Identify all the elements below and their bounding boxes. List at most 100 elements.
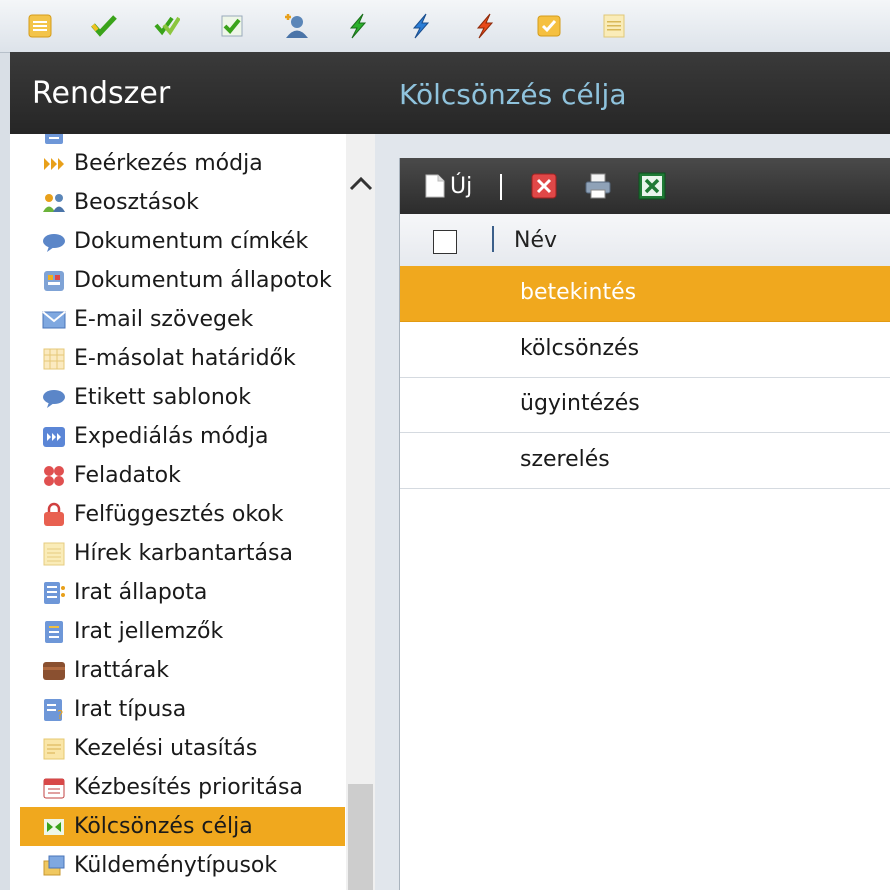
delete-button[interactable] (530, 171, 558, 201)
user-add-icon[interactable] (281, 12, 309, 40)
note-icon (40, 735, 68, 763)
sidebar-item[interactable]: Hírek karbantartása (20, 534, 345, 573)
sidebar-item-partial[interactable] (20, 134, 345, 152)
check-double-icon[interactable] (153, 12, 181, 40)
sidebar-item-label: Beérkezés módja (74, 151, 263, 176)
four-dots-icon (40, 462, 68, 490)
table-row[interactable]: betekintés (400, 266, 890, 322)
sidebar-item[interactable]: Dokumentum állapotok (20, 261, 345, 300)
sidebar-title: Rendszer (32, 76, 171, 111)
sidebar-item-label: Etikett sablonok (74, 385, 251, 410)
table-row[interactable]: ügyintézés (400, 377, 890, 433)
sidebar-item[interactable]: E-mail szövegek (20, 300, 345, 339)
notepad-icon (40, 540, 68, 568)
calendar-grid-icon (40, 345, 68, 373)
sidebar-item[interactable]: Beosztások (20, 183, 345, 222)
main-content: Új Név betekintés kölcsönzés ügyintézés sze… (375, 134, 890, 890)
sidebar-item[interactable]: Feladatok (20, 456, 345, 495)
exchange-icon (40, 813, 68, 841)
print-button[interactable] (584, 171, 612, 201)
sidebar-item[interactable]: Irattárak (20, 651, 345, 690)
calendar-red-icon (40, 774, 68, 802)
new-document-icon (425, 174, 445, 198)
speech-bubble-icon (40, 384, 68, 412)
sidebar-item[interactable]: Küldeménytípusok (20, 846, 345, 885)
top-toolbar (0, 0, 890, 53)
sidebar-item[interactable]: Kölcsönzés célja (20, 807, 345, 846)
page-title: Kölcsönzés célja (399, 78, 627, 111)
scroll-up-icon[interactable] (346, 169, 375, 199)
sidebar-item[interactable]: E-másolat határidők (20, 339, 345, 378)
row-name-cell: kölcsönzés (520, 335, 640, 361)
data-grid: Új Név betekintés kölcsönzés ügyintézés sze… (399, 158, 890, 890)
row-name-cell: betekintés (520, 280, 637, 305)
sidebar-item-label: Expediálás módja (74, 424, 269, 449)
grid-toolbar: Új (400, 158, 890, 214)
sidebar-item-label: Irat állapota (74, 580, 208, 605)
sidebar-item[interactable]: Kezelési utasítás (20, 729, 345, 768)
checkbox-icon[interactable] (218, 12, 246, 40)
users-icon (40, 189, 68, 217)
scroll-thumb[interactable] (348, 784, 373, 890)
sidebar: Rendszer Beérkezés módja Beosztások Dokume… (10, 52, 375, 890)
delete-icon (531, 173, 557, 199)
check-green-icon[interactable] (90, 12, 118, 40)
arrows-right-icon (40, 150, 68, 178)
sidebar-item-label: Feladatok (74, 463, 181, 488)
sidebar-item-label: Felfüggesztés okok (74, 502, 284, 527)
sidebar-item-label: E-másolat határidők (74, 346, 296, 371)
sidebar-item[interactable]: Expediálás módja (20, 417, 345, 456)
notepad-icon[interactable] (600, 12, 628, 40)
sidebar-item-label: E-mail szövegek (74, 307, 254, 332)
sidebar-item-label: Beosztások (74, 190, 199, 215)
row-name-cell: ügyintézés (520, 391, 640, 416)
list-icon[interactable] (26, 12, 54, 40)
sidebar-item[interactable]: ? Irat típusa (20, 690, 345, 729)
lightning-blue-icon[interactable] (407, 12, 435, 40)
column-header-name[interactable]: Név (514, 228, 557, 253)
sidebar-item[interactable]: Irat állapota (20, 573, 345, 612)
sidebar-item-label: Hírek karbantartása (74, 541, 293, 566)
lightning-green-icon[interactable] (344, 12, 372, 40)
toolbar-separator (500, 174, 502, 200)
sidebar-item[interactable]: Kézbesítés prioritása (20, 768, 345, 807)
table-row[interactable]: kölcsönzés (400, 322, 890, 378)
document-status-icon (40, 267, 68, 295)
archive-icon (40, 657, 68, 685)
envelope-icon (40, 306, 68, 334)
document-icon (40, 134, 68, 147)
envelope-check-icon[interactable] (535, 12, 563, 40)
print-icon (585, 173, 611, 199)
sidebar-item-label: Küldeménytípusok (74, 853, 278, 878)
sidebar-list[interactable]: Beérkezés módja Beosztások Dokumentum címk… (20, 134, 345, 890)
lightning-red-icon[interactable] (471, 12, 499, 40)
sidebar-item-label: Irat típusa (74, 697, 187, 722)
arrows-blue-icon (40, 423, 68, 451)
sidebar-item-label: Dokumentum állapotok (74, 268, 332, 293)
sidebar-item-label: Kézbesítés prioritása (74, 775, 303, 800)
new-button[interactable]: Új (420, 171, 472, 201)
grid-header: Név (400, 214, 890, 267)
table-row[interactable]: szerelés (400, 433, 890, 489)
sidebar-item-label: Kölcsönzés célja (74, 814, 253, 839)
lock-icon (40, 501, 68, 529)
document-icon (40, 618, 68, 646)
sidebar-item-label: Irat jellemzők (74, 619, 224, 644)
main-header: Kölcsönzés célja (375, 52, 890, 134)
document-list-icon (40, 579, 68, 607)
sidebar-item-label: Irattárak (74, 658, 170, 683)
sidebar-item[interactable]: Felfüggesztés okok (20, 495, 345, 534)
svg-text:?: ? (57, 708, 63, 722)
document-question-icon: ? (40, 696, 68, 724)
sidebar-item[interactable]: Irat jellemzők (20, 612, 345, 651)
sidebar-item[interactable]: Dokumentum címkék (20, 222, 345, 261)
row-name-cell: szerelés (520, 446, 610, 472)
sidebar-item-label: Kezelési utasítás (74, 736, 258, 761)
column-separator (492, 226, 494, 252)
sidebar-header: Rendszer (10, 52, 375, 134)
package-icon (40, 852, 68, 880)
excel-button[interactable] (638, 171, 666, 201)
sidebar-item[interactable]: Etikett sablonok (20, 378, 345, 417)
select-all-checkbox[interactable] (433, 230, 457, 254)
sidebar-scrollbar[interactable] (346, 134, 375, 890)
